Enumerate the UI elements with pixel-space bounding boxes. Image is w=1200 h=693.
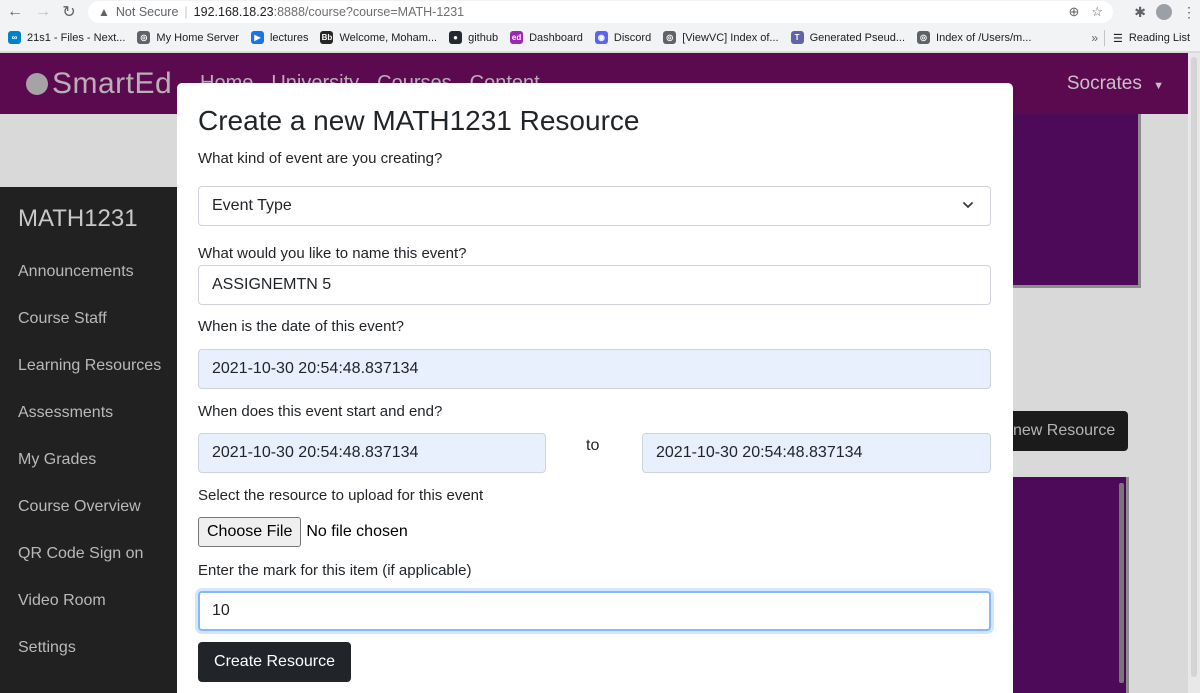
bookmark-item[interactable]: T Generated Pseud... <box>790 31 906 44</box>
mark-value: 10 <box>212 602 230 619</box>
bookmark-item[interactable]: ∞ 21s1 - Files - Next... <box>8 31 125 44</box>
zoom-icon[interactable]: ⊕ <box>1068 4 1079 20</box>
bookmark-item[interactable]: Bb Welcome, Moham... <box>320 31 437 44</box>
content-card <box>1013 114 1141 288</box>
event-type-question: What kind of event are you creating? <box>198 150 443 167</box>
bookmark-star-icon[interactable]: ☆ <box>1091 4 1103 20</box>
profile-avatar[interactable] <box>1156 4 1172 20</box>
chevron-down-icon <box>963 202 973 208</box>
event-start-input[interactable]: 2021-10-30 20:54:48.837134 <box>198 433 546 473</box>
globe-icon <box>26 73 48 95</box>
logo-text: SmartEd <box>52 67 173 100</box>
sidebar-item-learning-resources[interactable]: Learning Resources <box>18 357 161 375</box>
bookmark-label: Dashboard <box>529 31 583 44</box>
discord-icon: ◉ <box>594 31 608 44</box>
bookmark-label: Discord <box>613 31 652 44</box>
back-icon[interactable]: ← <box>4 1 26 23</box>
course-sidebar: MATH1231 Announcements Course Staff Learni… <box>0 187 177 693</box>
bookmark-item[interactable]: ◉ Discord <box>594 31 652 44</box>
globe-icon: ◎ <box>137 31 151 44</box>
sidebar-item-my-grades[interactable]: My Grades <box>18 451 96 469</box>
modal-title: Create a new MATH1231 Resource <box>198 105 640 136</box>
bookmark-item[interactable]: ◎ My Home Server <box>137 31 239 44</box>
event-name-question: What would you like to name this event? <box>198 245 467 262</box>
browser-toolbar: ← → ↻ ▲ Not Secure | 192.168.18.23:8888/… <box>0 0 1200 24</box>
event-name-value: ASSIGNEMTN 5 <box>212 276 332 293</box>
event-name-input[interactable]: ASSIGNEMTN 5 <box>198 265 991 305</box>
caret-down-icon: ▼ <box>1153 80 1164 92</box>
bookmarks-bar: ∞ 21s1 - Files - Next... ◎ My Home Server ▶ l… <box>0 24 1200 52</box>
user-menu[interactable]: Socrates ▼ <box>1067 73 1164 95</box>
sidebar-item-announcements[interactable]: Announcements <box>18 263 134 281</box>
sidebar-item-course-staff[interactable]: Course Staff <box>18 310 107 328</box>
globe-icon: ◎ <box>663 31 677 44</box>
bookmark-item[interactable]: ● github <box>449 31 498 44</box>
choose-file-button[interactable]: Choose File <box>198 517 302 547</box>
sidebar-item-course-overview[interactable]: Course Overview <box>18 498 141 516</box>
page-scrollbar[interactable] <box>1188 53 1200 693</box>
address-bar[interactable]: ▲ Not Secure | 192.168.18.23:8888/course… <box>88 1 1113 23</box>
nextcloud-icon: ∞ <box>8 31 21 44</box>
bookmark-item[interactable]: ◎ Index of /Users/m... <box>917 31 1031 44</box>
warning-icon: ▲ <box>98 5 110 19</box>
bookmark-item[interactable]: ▶ lectures <box>250 31 309 44</box>
bookmark-label: 21s1 - Files - Next... <box>27 31 126 44</box>
bookmark-label: [ViewVC] Index of... <box>682 31 779 44</box>
bookmark-label: Welcome, Moham... <box>339 31 438 44</box>
user-name: Socrates <box>1066 73 1142 94</box>
bookmark-label: github <box>468 31 499 44</box>
event-start-value: 2021-10-30 20:54:48.837134 <box>212 444 419 461</box>
event-type-value: Event Type <box>212 197 292 214</box>
content-panel <box>1013 477 1129 693</box>
event-range-question: When does this event start and end? <box>198 403 443 420</box>
bookmark-item[interactable]: ed Dashboard <box>510 31 583 44</box>
sidebar-item-assessments[interactable]: Assessments <box>18 404 113 422</box>
upload-question: Select the resource to upload for this e… <box>198 487 484 504</box>
event-date-value: 2021-10-30 20:54:48.837134 <box>212 360 419 377</box>
event-date-input[interactable]: 2021-10-30 20:54:48.837134 <box>198 349 991 389</box>
file-input: Choose File No file chosen <box>198 517 408 547</box>
bb-icon: Bb <box>320 31 334 44</box>
bookmark-label: Index of /Users/m... <box>936 31 1032 44</box>
reading-list-button[interactable]: ☰ Reading List <box>1103 24 1190 52</box>
course-code: MATH1231 <box>18 205 138 232</box>
event-type-select[interactable]: Event Type <box>198 186 991 226</box>
new-resource-label: new Resource <box>1013 422 1116 439</box>
create-resource-button[interactable]: Create Resource <box>198 642 351 682</box>
bookmarks-overflow-button[interactable]: » <box>1091 24 1098 52</box>
bookmark-item[interactable]: ◎ [ViewVC] Index of... <box>663 31 779 44</box>
panel-scrollbar[interactable] <box>1119 483 1124 683</box>
reading-list-label: Reading List <box>1128 32 1190 44</box>
event-date-question: When is the date of this event? <box>198 318 404 335</box>
bookmark-label: Generated Pseud... <box>809 31 906 44</box>
extensions-icon[interactable]: ✱ <box>1134 4 1146 21</box>
reading-list-icon: ☰ <box>1112 32 1123 45</box>
event-end-input[interactable]: 2021-10-30 20:54:48.837134 <box>642 433 991 473</box>
sidebar-item-qr-code-sign-on[interactable]: QR Code Sign on <box>18 545 143 563</box>
play-circle-icon: ▶ <box>250 31 264 44</box>
bookmark-label: lectures <box>269 31 309 44</box>
github-icon: ● <box>449 31 463 44</box>
sidebar-item-settings[interactable]: Settings <box>18 639 76 657</box>
bookmark-label: My Home Server <box>156 31 239 44</box>
sidebar-item-video-room[interactable]: Video Room <box>18 592 106 610</box>
range-to-label: to <box>586 437 600 454</box>
no-file-label: No file chosen <box>306 523 408 540</box>
teams-icon: T <box>790 31 804 44</box>
security-label: Not Secure <box>115 5 179 19</box>
menu-kebab-icon[interactable]: ⋮ <box>1182 4 1196 21</box>
mark-question: Enter the mark for this item (if applica… <box>198 562 472 579</box>
mark-input[interactable]: 10 <box>198 591 991 631</box>
event-end-value: 2021-10-30 20:54:48.837134 <box>656 444 863 461</box>
forward-icon[interactable]: → <box>32 1 54 23</box>
url-path: :8888/course?course=MATH-1231 <box>273 5 465 19</box>
globe-icon: ◎ <box>917 31 931 44</box>
create-resource-modal: Create a new MATH1231 Resource What kind… <box>177 83 1013 693</box>
ed-icon: ed <box>510 31 524 44</box>
url-host: 192.168.18.23 <box>193 5 274 19</box>
reload-icon[interactable]: ↻ <box>58 1 80 23</box>
new-resource-button[interactable]: new Resource <box>1013 411 1128 451</box>
site-logo[interactable]: SmartEd <box>26 67 172 101</box>
